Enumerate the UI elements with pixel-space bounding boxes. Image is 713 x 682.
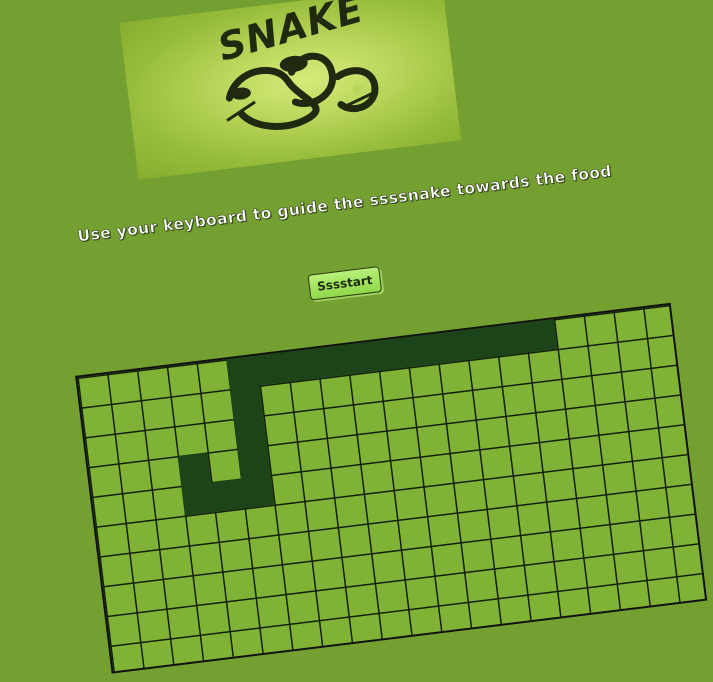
snake-segment [181, 482, 215, 516]
snake-segment [464, 326, 498, 360]
snake-segment [375, 337, 409, 371]
snake-segment [237, 445, 271, 479]
snake-segment [226, 355, 260, 390]
snake-segment [523, 319, 558, 353]
snake-segment [345, 341, 379, 375]
snake-segment [211, 478, 245, 512]
snake-segment [285, 348, 320, 382]
snake-segment [255, 352, 290, 386]
game-scene: SNAKE Use your keyboard to guide the sss… [0, 0, 713, 674]
snake-segment [404, 333, 439, 368]
game-board[interactable] [75, 302, 708, 674]
snake-segment [315, 344, 349, 379]
snake-segment [434, 330, 469, 364]
instructions-text: Use your keyboard to guide the ssssnake … [76, 162, 613, 246]
snake-segment [240, 474, 275, 509]
snake-segment [177, 452, 212, 486]
start-button[interactable]: Sssstart [307, 266, 383, 301]
snake-segment [233, 415, 267, 449]
snake-segment [229, 385, 264, 419]
snake-segment [494, 322, 528, 357]
snake-banner: SNAKE [119, 0, 462, 180]
